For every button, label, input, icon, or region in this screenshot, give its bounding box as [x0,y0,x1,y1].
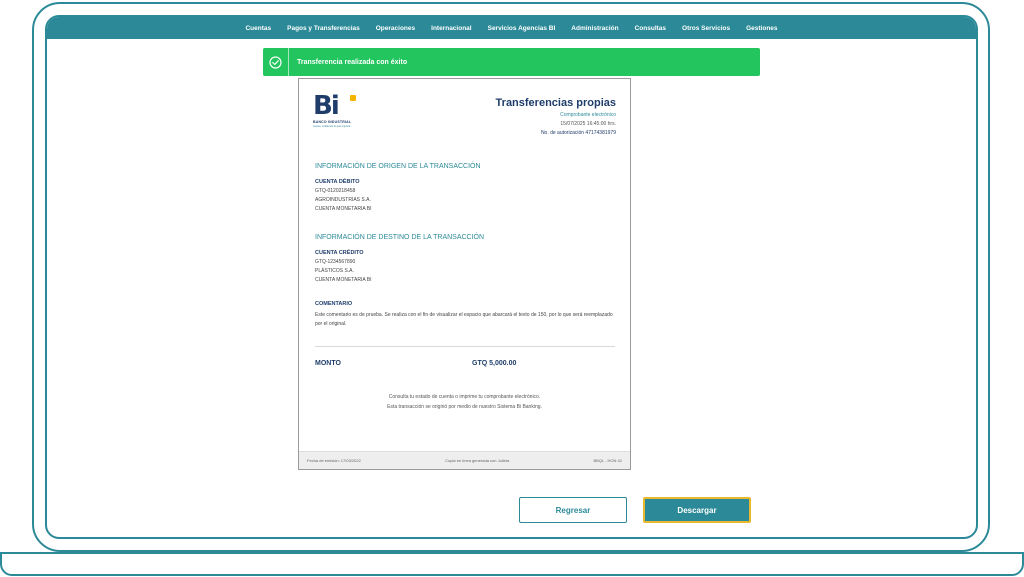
origin-section-title: INFORMACIÓN DE ORIGEN DE LA TRANSACCIÓN [315,163,481,170]
nav-item-administracion[interactable]: Administración [563,25,626,32]
debit-account-type: CUENTA MONETARIA BI [315,206,372,212]
credit-account-type: CUENTA MONETARIA BI [315,277,372,283]
transfer-receipt: Bi BANCO INDUSTRIAL Juntos, cuidamos lo … [298,78,631,470]
amount-label: MONTO [315,360,341,367]
issue-date: Fecha de emisión: 17/03/2022 [307,458,361,463]
comment-label: COMENTARIO [315,301,353,307]
success-message: Transferencia realizada con éxito [297,58,408,66]
nav-item-pagos-transferencias[interactable]: Pagos y Transferencias [279,25,368,32]
logo-bank-name: BANCO INDUSTRIAL [313,120,352,124]
bank-logo: Bi BANCO INDUSTRIAL Juntos, cuidamos lo … [313,93,373,139]
nav-item-servicios-agencias[interactable]: Servicios Agencias BI [480,25,564,32]
receipt-title: Transferencias propias [495,97,616,109]
authorization-number: No. de autorización 47174381979 [540,130,616,136]
footnote-line-1: Consulta tu estado de cuenta o imprime t… [388,394,541,400]
nav-item-cuentas[interactable]: Cuentas [237,25,279,32]
credit-account-number: GTQ-1234567890 [315,259,356,265]
nav-item-otros-servicios[interactable]: Otros Servicios [674,25,738,32]
credit-account-label: CUENTA CRÉDITO [315,250,364,256]
amount-divider [315,346,615,347]
comment-text: Este comentario es de prueba. Se realiza… [315,312,613,327]
debit-account-label: CUENTA DÉBITO [315,179,360,185]
origin-section: INFORMACIÓN DE ORIGEN DE LA TRANSACCIÓN … [315,163,615,212]
debit-account-number: GTQ-0120218458 [315,188,356,194]
receipt-datetime: 15/07/2025 16:45:00 hrs. [560,121,616,127]
credit-account-holder: PLÁSTICOS S.A. [315,268,354,274]
check-circle-icon [263,48,289,76]
generated-note: Copia en línea generada con Julieta [445,458,510,463]
destination-section-title: INFORMACIÓN DE DESTINO DE LA TRANSACCIÓN [315,234,485,241]
success-banner: Transferencia realizada con éxito [263,48,760,76]
destination-section: INFORMACIÓN DE DESTINO DE LA TRANSACCIÓN… [315,234,615,283]
receipt-footer: Fecha de emisión: 17/03/2022 Copia en lí… [299,451,630,469]
debit-account-holder: AGROINDUSTRIAS S.A. [315,197,371,203]
logo-mark: Bi [313,91,340,121]
laptop-base [0,552,1024,576]
amount-value: GTQ 5,000.00 [472,360,517,367]
top-navbar: Cuentas Pagos y Transferencias Operacion… [47,17,976,39]
receipt-subtitle: Comprobante electrónico [560,112,616,118]
receipt-header: Transferencias propias Comprobante elect… [496,97,616,136]
logo-accent-dot [350,95,356,101]
document-code: BBQL - HON 42 [593,458,622,463]
back-button[interactable]: Regresar [519,497,627,523]
nav-item-gestiones[interactable]: Gestiones [738,25,785,32]
nav-item-consultas[interactable]: Consultas [627,25,674,32]
footnote-line-2: Esta transacción se originó por medio de… [387,404,542,410]
logo-tagline: Juntos, cuidamos lo que importa [313,125,351,128]
comment-section: COMENTARIO Este comentario es de prueba.… [315,301,615,329]
nav-item-internacional[interactable]: Internacional [423,25,479,32]
nav-item-operaciones[interactable]: Operaciones [368,25,423,32]
download-button[interactable]: Descargar [643,497,751,523]
